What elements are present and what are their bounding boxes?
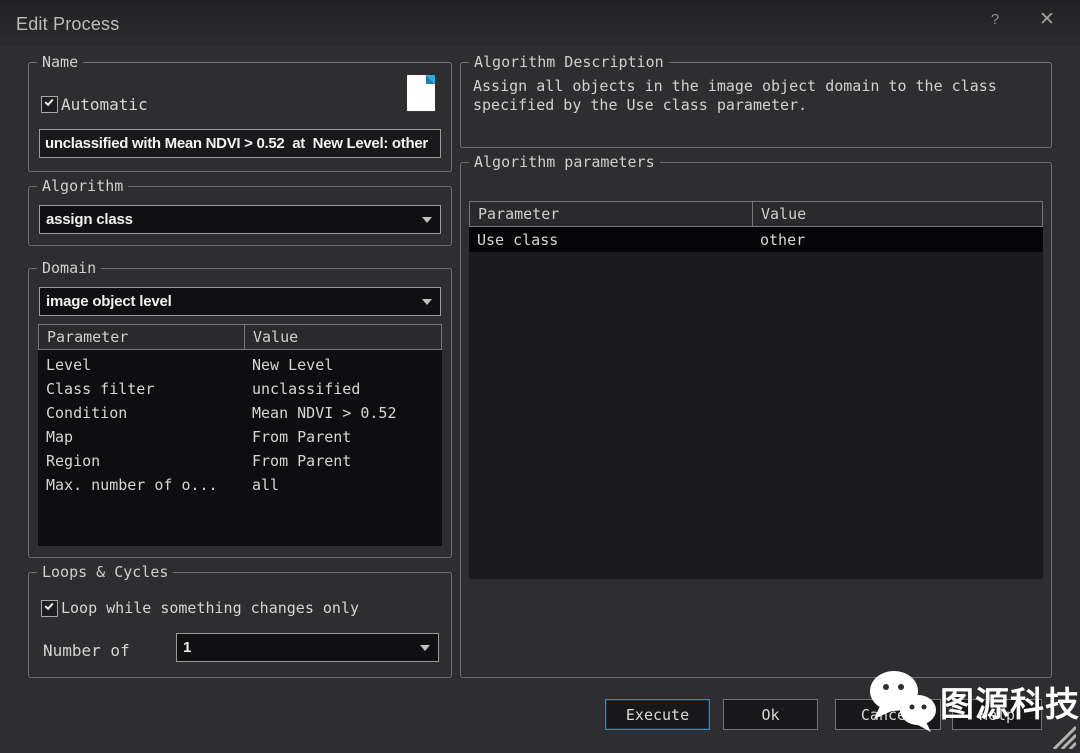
titlebar-help-button[interactable]: ?	[980, 6, 1010, 32]
dialog-title: Edit Process	[16, 14, 119, 35]
chevron-down-icon	[422, 299, 432, 305]
help-button-label: Help	[979, 706, 1015, 724]
algorithm-dropdown-value: assign class	[40, 211, 422, 228]
params-header-value: Value	[753, 205, 806, 223]
automatic-checkbox-label: Automatic	[61, 95, 148, 114]
domain-parameter-table: Parameter Value Level New Level Class fi…	[38, 324, 442, 546]
domain-dropdown[interactable]: image object level	[39, 287, 441, 316]
number-of-value: 1	[177, 639, 420, 656]
description-group-label: Algorithm Description	[469, 53, 669, 71]
params-header-parameter: Parameter	[470, 202, 753, 226]
checkmark-icon	[44, 600, 53, 609]
domain-header-value: Value	[245, 328, 298, 346]
table-row[interactable]: Condition Mean NDVI > 0.52	[38, 401, 442, 425]
param-cell: Level	[38, 356, 244, 374]
loops-group-label: Loops & Cycles	[37, 563, 173, 581]
help-button[interactable]: Help	[952, 699, 1042, 730]
param-cell: Region	[38, 452, 244, 470]
close-icon: ✕	[1039, 8, 1055, 31]
domain-dropdown-value: image object level	[40, 293, 422, 310]
algorithm-dropdown[interactable]: assign class	[39, 205, 441, 234]
algorithm-group: Algorithm assign class	[28, 186, 452, 246]
name-group-label: Name	[37, 53, 83, 71]
algorithm-parameters-table: Parameter Value Use class other	[469, 201, 1043, 579]
number-of-label: Number of	[43, 641, 130, 660]
value-cell: all	[244, 476, 279, 494]
value-cell: From Parent	[244, 428, 351, 446]
checkmark-icon	[44, 97, 53, 106]
automatic-checkbox[interactable]: Automatic	[41, 95, 148, 114]
loops-cycles-group: Loops & Cycles Loop while something chan…	[28, 572, 452, 678]
value-cell: Mean NDVI > 0.52	[244, 404, 397, 422]
number-of-dropdown[interactable]: 1	[176, 633, 439, 662]
document-icon	[407, 75, 437, 113]
table-row[interactable]: Map From Parent	[38, 425, 442, 449]
value-cell: New Level	[244, 356, 333, 374]
domain-table-body: Level New Level Class filter unclassifie…	[38, 350, 442, 546]
table-row[interactable]: Region From Parent	[38, 449, 442, 473]
value-cell: other	[752, 231, 805, 249]
title-bar: Edit Process ? ✕	[0, 0, 1080, 46]
close-button[interactable]: ✕	[1032, 6, 1062, 32]
loop-while-checkbox[interactable]: Loop while something changes only	[41, 599, 359, 617]
algorithm-description-text: Assign all objects in the image object d…	[473, 77, 1041, 115]
table-row[interactable]: Max. number of o... all	[38, 473, 442, 497]
params-table-header: Parameter Value	[469, 201, 1043, 227]
params-table-body: Use class other	[469, 227, 1043, 579]
param-cell: Class filter	[38, 380, 244, 398]
execute-button[interactable]: Execute	[605, 699, 710, 730]
resize-grip[interactable]	[1050, 723, 1076, 749]
parameters-group-label: Algorithm parameters	[469, 153, 660, 171]
ok-button-label: Ok	[761, 706, 779, 724]
execute-button-label: Execute	[626, 706, 689, 724]
ok-button[interactable]: Ok	[723, 699, 818, 730]
checkbox-box[interactable]	[41, 96, 58, 113]
table-row[interactable]: Level New Level	[38, 353, 442, 377]
checkbox-box[interactable]	[41, 600, 58, 617]
chevron-down-icon	[420, 645, 430, 651]
value-cell: From Parent	[244, 452, 351, 470]
algorithm-parameters-group: Algorithm parameters Parameter Value Use…	[460, 162, 1052, 678]
algorithm-description-group: Algorithm Description Assign all objects…	[460, 62, 1052, 148]
process-name-input[interactable]	[39, 129, 441, 158]
domain-group: Domain image object level Parameter Valu…	[28, 268, 452, 558]
domain-table-header: Parameter Value	[38, 324, 442, 350]
name-group: Name Automatic	[28, 62, 452, 172]
domain-header-parameter: Parameter	[39, 325, 245, 349]
question-mark-icon: ?	[991, 11, 999, 28]
param-cell: Map	[38, 428, 244, 446]
table-row[interactable]: Use class other	[469, 227, 1043, 252]
algorithm-group-label: Algorithm	[37, 177, 128, 195]
table-row[interactable]: Class filter unclassified	[38, 377, 442, 401]
edit-process-dialog: Edit Process ? ✕ Name Automatic Algorith…	[0, 0, 1080, 753]
cancel-button-label: Cancel	[861, 706, 915, 724]
param-cell: Condition	[38, 404, 244, 422]
value-cell: unclassified	[244, 380, 360, 398]
param-cell: Use class	[469, 231, 752, 249]
chevron-down-icon	[422, 217, 432, 223]
loop-while-checkbox-label: Loop while something changes only	[61, 599, 359, 617]
cancel-button[interactable]: Cancel	[835, 699, 941, 730]
domain-group-label: Domain	[37, 259, 101, 277]
param-cell: Max. number of o...	[38, 476, 244, 494]
